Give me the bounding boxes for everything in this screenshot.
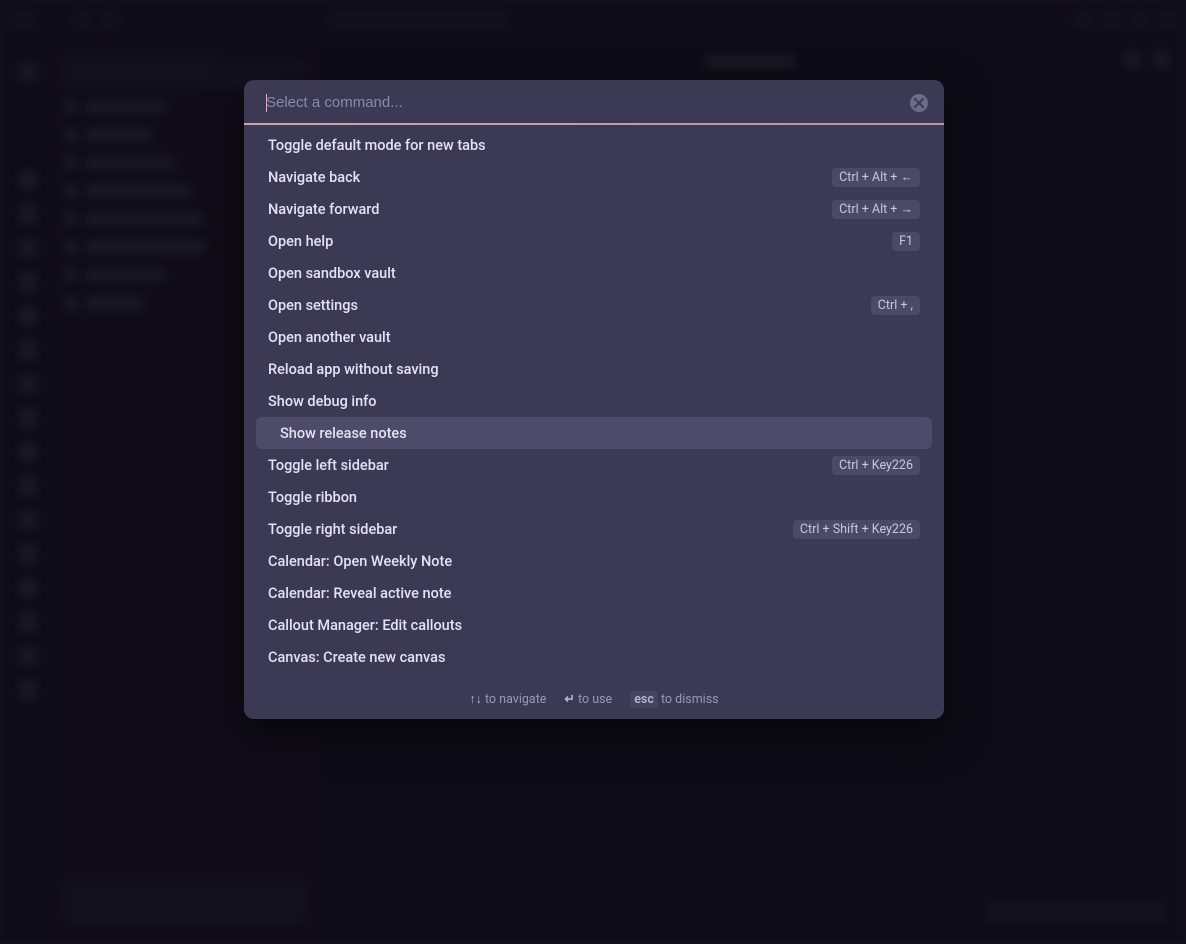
command-item[interactable]: Navigate forward Ctrl + Alt + → (256, 193, 932, 225)
command-item-label: Calendar: Open Weekly Note (268, 553, 452, 570)
command-item-label: Toggle ribbon (268, 489, 357, 506)
command-item-hotkey: Ctrl + Alt + → (832, 200, 920, 219)
command-item[interactable]: Reload app without saving (256, 353, 932, 385)
use-text: to use (578, 692, 612, 707)
dismiss-keys: esc (630, 691, 658, 708)
command-item[interactable]: Open settings Ctrl + , (256, 289, 932, 321)
command-item-hotkey: Ctrl + Shift + Key226 (793, 520, 920, 539)
command-item[interactable]: Show debug info (256, 385, 932, 417)
command-item-label: Show release notes (268, 425, 407, 442)
command-item-label: Toggle right sidebar (268, 521, 397, 538)
command-item-label: Canvas: Create new canvas (268, 649, 445, 666)
command-item-label: Open another vault (268, 329, 391, 346)
command-item-label: Navigate forward (268, 201, 379, 218)
command-item[interactable]: Calendar: Open Weekly Note (256, 545, 932, 577)
command-item-label: Callout Manager: Edit callouts (268, 617, 462, 634)
command-item[interactable]: Open sandbox vault (256, 257, 932, 289)
command-item-label: Open help (268, 233, 333, 250)
command-item[interactable]: Calendar: Reveal active note (256, 577, 932, 609)
command-item[interactable]: Callout Manager: Edit callouts (256, 609, 932, 641)
command-item-hotkey: Ctrl + Alt + ← (832, 168, 920, 187)
command-item-label: Open sandbox vault (268, 265, 396, 282)
command-item[interactable]: Open another vault (256, 321, 932, 353)
navigate-keys: ↑↓ (469, 692, 482, 707)
command-item[interactable]: Navigate back Ctrl + Alt + ← (256, 161, 932, 193)
dismiss-text: to dismiss (661, 692, 719, 707)
command-item-label: Toggle left sidebar (268, 457, 389, 474)
navigate-text: to navigate (485, 692, 546, 707)
command-item-hotkey: Ctrl + , (871, 296, 920, 315)
command-item-label: Calendar: Reveal active note (268, 585, 451, 602)
command-item[interactable]: Toggle default mode for new tabs (256, 129, 932, 161)
use-keys: ↵ (564, 692, 574, 707)
command-search-input[interactable] (266, 94, 898, 111)
command-list: Toggle default mode for new tabs Navigate… (244, 125, 944, 681)
text-caret (266, 94, 267, 112)
command-item-label: Show debug info (268, 393, 377, 410)
command-item[interactable]: Toggle ribbon (256, 481, 932, 513)
command-item-label: Navigate back (268, 169, 360, 186)
command-item-label: Reload app without saving (268, 361, 439, 378)
command-item-label: Toggle default mode for new tabs (268, 137, 486, 154)
command-item[interactable]: Show release notes (256, 417, 932, 449)
palette-instructions: ↑↓ to navigate ↵ to use esc to dismiss (244, 681, 944, 719)
command-search-row (244, 80, 944, 123)
command-item-hotkey: F1 (892, 232, 920, 251)
command-item[interactable]: Toggle right sidebar Ctrl + Shift + Key22… (256, 513, 932, 545)
command-item-label: Open settings (268, 297, 358, 314)
command-item[interactable]: Open help F1 (256, 225, 932, 257)
command-item[interactable]: Toggle left sidebar Ctrl + Key226 (256, 449, 932, 481)
command-item[interactable]: Canvas: Create new canvas (256, 641, 932, 673)
accent-divider (244, 123, 944, 125)
close-icon[interactable] (910, 94, 928, 112)
command-item-hotkey: Ctrl + Key226 (832, 456, 920, 475)
command-palette: Toggle default mode for new tabs Navigate… (244, 80, 944, 719)
